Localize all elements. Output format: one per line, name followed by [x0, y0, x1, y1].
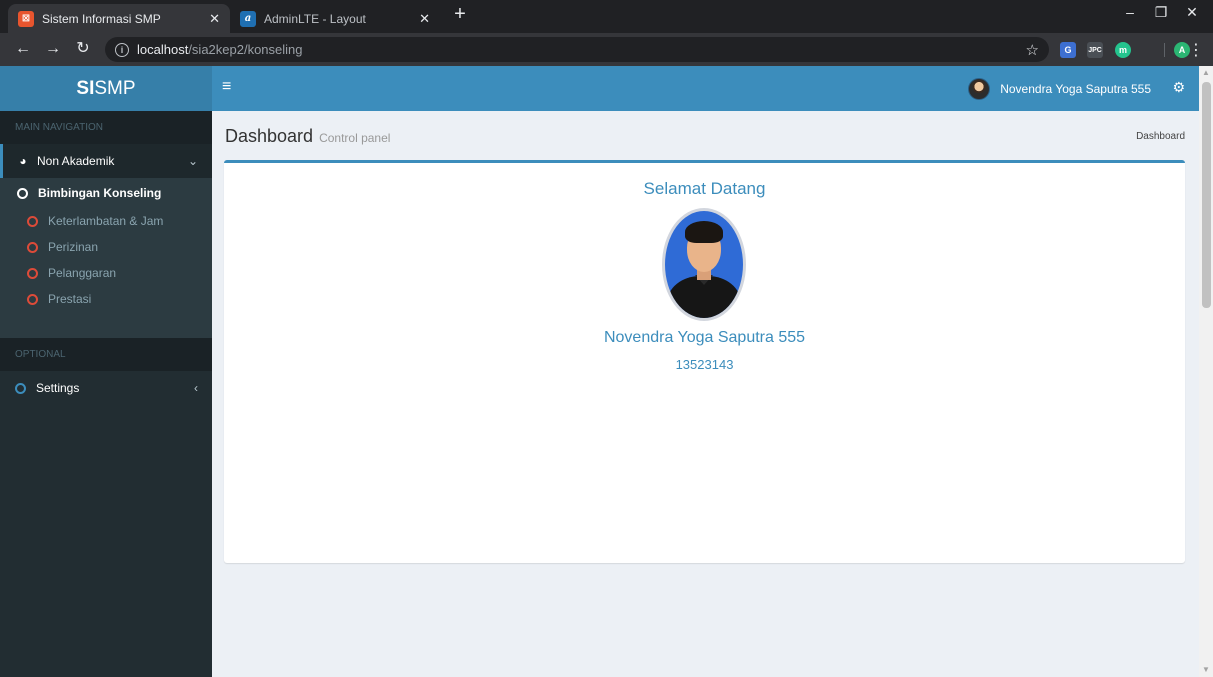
minimize-icon[interactable]: –	[1115, 4, 1145, 20]
sidebar-header-main: MAIN NAVIGATION	[0, 111, 212, 144]
close-icon[interactable]: ✕	[209, 11, 220, 27]
sidebar-header-optional: OPTIONAL	[0, 338, 212, 371]
url-host: localhost	[137, 42, 189, 57]
welcome-box: Selamat Datang Novendra Yoga Saputra 555…	[224, 160, 1185, 563]
scroll-thumb[interactable]	[1202, 82, 1211, 308]
content-header: Dashboard Control panel Dashboard	[212, 111, 1199, 161]
scroll-up-icon[interactable]: ▲	[1199, 66, 1213, 80]
gears-icon[interactable]: ⚙	[1172, 79, 1185, 96]
sidebar-item-prestasi[interactable]: Prestasi	[0, 286, 212, 312]
tab-title: AdminLTE - Layout	[264, 11, 366, 26]
top-navbar: ≡ Novendra Yoga Saputra 555 ⚙	[212, 66, 1199, 111]
scrollbar[interactable]: ▲ ▼	[1199, 66, 1213, 677]
address-bar[interactable]: i localhost/sia2kep2/konseling ☆	[105, 37, 1049, 62]
divider	[1164, 43, 1165, 57]
sidebar-item-settings[interactable]: Settings ‹	[0, 371, 212, 405]
url-path: /sia2kep2/konseling	[188, 42, 303, 57]
restore-icon[interactable]: ❐	[1146, 4, 1176, 21]
sidebar-item-label: Non Akademik	[37, 154, 115, 168]
extension-m-icon[interactable]: m	[1115, 42, 1131, 58]
sidebar-item-label: Settings	[36, 381, 80, 395]
circle-icon	[27, 241, 38, 253]
xampp-icon: ⊠	[18, 10, 34, 27]
new-tab-button[interactable]: +	[449, 4, 471, 26]
back-icon[interactable]: ←	[12, 39, 34, 61]
browser-menu-icon[interactable]: ⋮	[1188, 40, 1204, 60]
sidebar-toggle-icon[interactable]: ≡	[222, 78, 242, 98]
browser-tab-active[interactable]: ⊠ Sistem Informasi SMP ✕	[8, 4, 230, 33]
close-icon[interactable]: ✕	[419, 11, 430, 27]
reload-icon[interactable]: ↻	[72, 39, 94, 61]
page-subtitle: Control panel	[319, 131, 391, 145]
logo-bold: SI	[76, 78, 95, 99]
tab-title: Sistem Informasi SMP	[42, 11, 161, 26]
close-window-icon[interactable]: ✕	[1177, 4, 1207, 21]
adminlte-icon: a	[240, 10, 256, 27]
jpc-extension-icon[interactable]: JPC	[1087, 42, 1103, 58]
breadcrumb[interactable]: Dashboard	[1136, 131, 1185, 142]
sidebar-item-pelanggaran[interactable]: Pelanggaran	[0, 260, 212, 286]
page-title: Dashboard Control panel	[225, 126, 390, 147]
forward-icon[interactable]: →	[42, 39, 64, 61]
info-icon[interactable]: i	[115, 42, 129, 57]
spacer	[0, 324, 212, 338]
profile-photo	[662, 208, 746, 321]
sidebar-item-bimbingan-konseling[interactable]: Bimbingan Konseling	[0, 178, 212, 208]
avatar	[968, 77, 991, 100]
sidebar: MAIN NAVIGATION ◕ Non Akademik ⌄ Bimbing…	[0, 111, 212, 677]
chevron-left-icon: ‹	[194, 381, 198, 395]
chevron-down-icon: ⌄	[187, 154, 198, 168]
scroll-down-icon[interactable]: ▼	[1199, 663, 1213, 677]
sidebar-item-label: Perizinan	[48, 240, 99, 254]
logo-rest: SMP	[94, 78, 136, 99]
star-icon[interactable]: ☆	[1026, 41, 1039, 59]
circle-icon	[27, 215, 38, 227]
sidebar-item-perizinan[interactable]: Perizinan	[0, 234, 212, 260]
browser-tab-bar: ⊠ Sistem Informasi SMP ✕ a AdminLTE - La…	[0, 0, 1213, 33]
sidebar-item-keterlambatan[interactable]: Keterlambatan & Jam	[0, 208, 212, 234]
translate-extension-icon[interactable]: G	[1060, 42, 1076, 58]
browser-toolbar: ← → ↻ i localhost/sia2kep2/konseling ☆ G…	[0, 33, 1213, 66]
sidebar-item-label: Keterlambatan & Jam	[48, 214, 164, 228]
circle-icon	[27, 267, 38, 279]
app-logo[interactable]: SISMP	[0, 66, 212, 111]
user-name: Novendra Yoga Saputra 555	[1000, 81, 1151, 96]
user-menu[interactable]: Novendra Yoga Saputra 555	[968, 66, 1151, 111]
browser-tab[interactable]: a AdminLTE - Layout ✕	[230, 4, 440, 33]
welcome-heading: Selamat Datang	[643, 179, 766, 198]
circle-icon	[27, 293, 38, 305]
page-title-text: Dashboard	[225, 126, 314, 146]
sidebar-item-label: Bimbingan Konseling	[38, 186, 162, 200]
profile-number: 13523143	[675, 357, 734, 372]
circle-icon	[17, 187, 28, 199]
dashboard-icon: ◕	[19, 154, 27, 168]
sidebar-item-non-akademik[interactable]: ◕ Non Akademik ⌄	[0, 144, 212, 178]
sidebar-item-label: Prestasi	[48, 292, 92, 306]
treeview-menu: Bimbingan Konseling Keterlambatan & Jam …	[0, 178, 212, 324]
sidebar-item-label: Pelanggaran	[48, 266, 117, 280]
circle-icon	[15, 382, 26, 394]
profile-name: Novendra Yoga Saputra 555	[603, 329, 806, 346]
